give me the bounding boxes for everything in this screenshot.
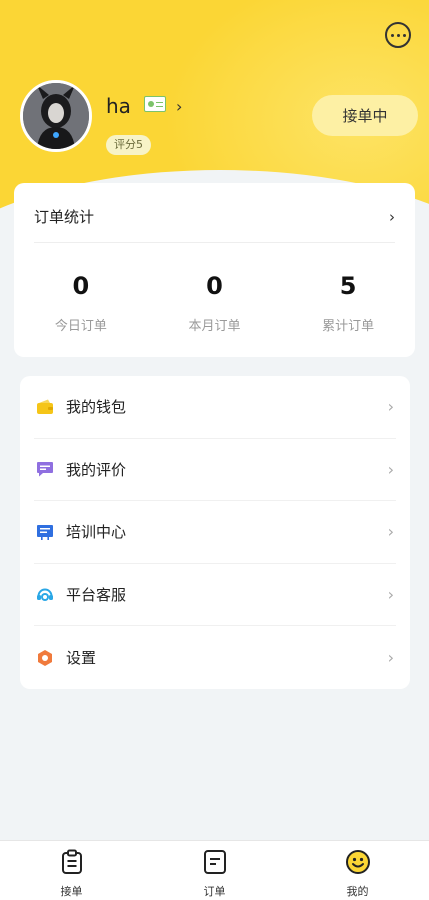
clipboard-icon: [60, 849, 84, 879]
stat-value: 0: [72, 272, 90, 300]
customer-service-icon: [36, 586, 54, 604]
tab-label: 订单: [203, 885, 226, 898]
chevron-right-icon[interactable]: ›: [176, 97, 182, 116]
order-status-button[interactable]: 接单中: [312, 95, 418, 136]
menu-item-settings[interactable]: 设置 ›: [34, 626, 396, 689]
chevron-right-icon: ›: [387, 397, 394, 417]
stats-row: 0 今日订单 0 本月订单 5 累计订单: [14, 269, 415, 334]
order-stats-title: 订单统计: [34, 208, 95, 226]
settings-icon: [36, 649, 54, 667]
menu-item-label: 培训中心: [66, 523, 127, 542]
chevron-right-icon: ›: [387, 459, 394, 479]
id-card-icon: [144, 96, 166, 112]
chevron-right-icon: ›: [387, 585, 394, 605]
tab-orders[interactable]: 订单: [143, 841, 286, 900]
menu-item-label: 设置: [66, 649, 97, 668]
stat-value: 0: [206, 272, 223, 300]
message-dot: [396, 33, 400, 37]
avatar[interactable]: [20, 80, 92, 152]
training-icon: [36, 523, 54, 541]
stat-label: 今日订单: [54, 319, 107, 334]
wallet-icon: [36, 398, 54, 416]
stat-total[interactable]: 5 累计订单: [282, 269, 415, 334]
username: ha: [106, 94, 131, 118]
tab-mine[interactable]: 我的: [286, 841, 429, 900]
tab-label: 接单: [60, 885, 83, 898]
menu-item-label: 平台客服: [66, 586, 127, 605]
id-card-photo: [147, 101, 154, 107]
order-stats-header[interactable]: 订单统计 ›: [34, 201, 395, 243]
menu-item-reviews[interactable]: 我的评价 ›: [34, 439, 396, 502]
smiley-icon: [345, 849, 371, 879]
stat-today[interactable]: 0 今日订单: [14, 269, 147, 334]
tab-label: 我的: [346, 885, 369, 898]
order-stats-card: 订单统计 › 0 今日订单 0 本月订单 5 累计订单: [14, 183, 415, 357]
comment-icon: [36, 460, 54, 478]
stat-label: 本月订单: [188, 319, 241, 334]
message-dot: [390, 33, 394, 37]
menu-card: 我的钱包 › 我的评价 › 培训中心 › 平台客服 › 设置 ›: [20, 376, 410, 689]
stat-month[interactable]: 0 本月订单: [148, 269, 281, 334]
menu-item-training[interactable]: 培训中心 ›: [34, 501, 396, 564]
profile-page: ha › 评分5 接单中 订单统计 › 0 今日订单 0 本月订单 5 累计订单: [0, 0, 429, 900]
id-card-lines: [155, 101, 163, 107]
menu-item-wallet[interactable]: 我的钱包 ›: [34, 376, 396, 439]
avatar-image: [23, 83, 89, 149]
chevron-right-icon: ›: [387, 648, 394, 668]
message-dot: [402, 33, 406, 37]
rating-badge: 评分5: [106, 135, 151, 155]
tab-take-orders[interactable]: 接单: [0, 841, 143, 900]
stat-label: 累计订单: [322, 319, 375, 334]
message-icon[interactable]: [385, 22, 411, 48]
menu-item-label: 我的钱包: [66, 398, 127, 417]
order-list-icon: [203, 849, 227, 879]
bottom-tab-bar: 接单 订单 我的: [0, 840, 429, 900]
chevron-right-icon: ›: [387, 522, 394, 542]
chevron-right-icon: ›: [389, 207, 395, 226]
stat-value: 5: [339, 272, 357, 300]
menu-item-customer-service[interactable]: 平台客服 ›: [34, 564, 396, 627]
menu-item-label: 我的评价: [66, 460, 127, 479]
